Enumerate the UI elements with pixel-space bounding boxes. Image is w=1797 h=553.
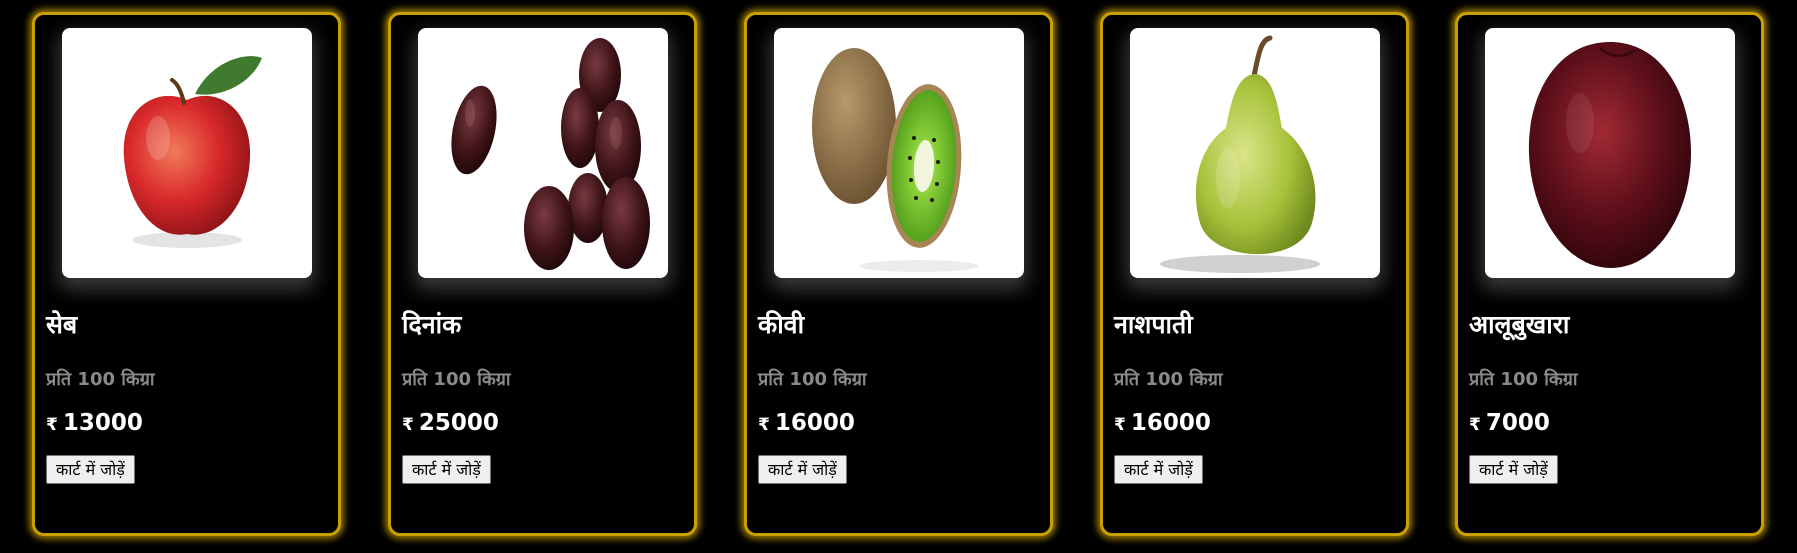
product-price: ₹16000	[1114, 410, 1211, 436]
apple-icon	[123, 56, 262, 248]
add-to-cart-button[interactable]: कार्ट में जोड़ें	[758, 455, 847, 484]
rupee-icon: ₹	[402, 415, 414, 435]
product-price: ₹13000	[46, 410, 143, 436]
kiwi-icon	[812, 48, 979, 272]
product-grid: सेब प्रति 100 किग्रा ₹13000 कार्ट में जो…	[0, 0, 1797, 553]
product-name: सेब	[46, 310, 78, 339]
pear-icon	[1160, 35, 1320, 273]
price-value: 25000	[418, 410, 499, 436]
product-unit: प्रति 100 किग्रा	[46, 369, 155, 390]
product-image-pear	[1130, 28, 1380, 278]
plum-icon	[1528, 42, 1691, 268]
product-price: ₹7000	[1469, 410, 1550, 436]
rupee-icon: ₹	[1114, 415, 1126, 435]
product-price: ₹25000	[402, 410, 499, 436]
product-image-apple	[62, 28, 312, 278]
rupee-icon: ₹	[758, 415, 770, 435]
product-image-dates	[418, 28, 668, 278]
product-name: दिनांक	[402, 310, 462, 339]
price-value: 16000	[1130, 410, 1211, 436]
product-unit: प्रति 100 किग्रा	[1469, 369, 1578, 390]
add-to-cart-button[interactable]: कार्ट में जोड़ें	[1469, 455, 1558, 484]
rupee-icon: ₹	[46, 415, 58, 435]
add-to-cart-button[interactable]: कार्ट में जोड़ें	[402, 455, 491, 484]
product-card-dates: दिनांक प्रति 100 किग्रा ₹25000 कार्ट में…	[388, 12, 697, 536]
price-value: 16000	[774, 410, 855, 436]
product-image-plum	[1485, 28, 1735, 278]
product-price: ₹16000	[758, 410, 855, 436]
add-to-cart-button[interactable]: कार्ट में जोड़ें	[1114, 455, 1203, 484]
price-value: 13000	[62, 410, 143, 436]
add-to-cart-button[interactable]: कार्ट में जोड़ें	[46, 455, 135, 484]
product-unit: प्रति 100 किग्रा	[758, 369, 867, 390]
product-unit: प्रति 100 किग्रा	[402, 369, 511, 390]
rupee-icon: ₹	[1469, 415, 1481, 435]
product-image-kiwi	[774, 28, 1024, 278]
product-card-apple: सेब प्रति 100 किग्रा ₹13000 कार्ट में जो…	[32, 12, 341, 536]
product-name: कीवी	[758, 310, 805, 339]
product-card-pear: नाशपाती प्रति 100 किग्रा ₹16000 कार्ट मे…	[1100, 12, 1409, 536]
dates-icon	[451, 38, 650, 270]
product-name: आलूबुखारा	[1469, 310, 1570, 339]
product-card-kiwi: कीवी प्रति 100 किग्रा ₹16000 कार्ट में ज…	[744, 12, 1053, 536]
product-card-plum: आलूबुखारा प्रति 100 किग्रा ₹7000 कार्ट म…	[1455, 12, 1764, 536]
price-value: 7000	[1485, 410, 1550, 436]
product-name: नाशपाती	[1114, 310, 1193, 339]
product-unit: प्रति 100 किग्रा	[1114, 369, 1223, 390]
